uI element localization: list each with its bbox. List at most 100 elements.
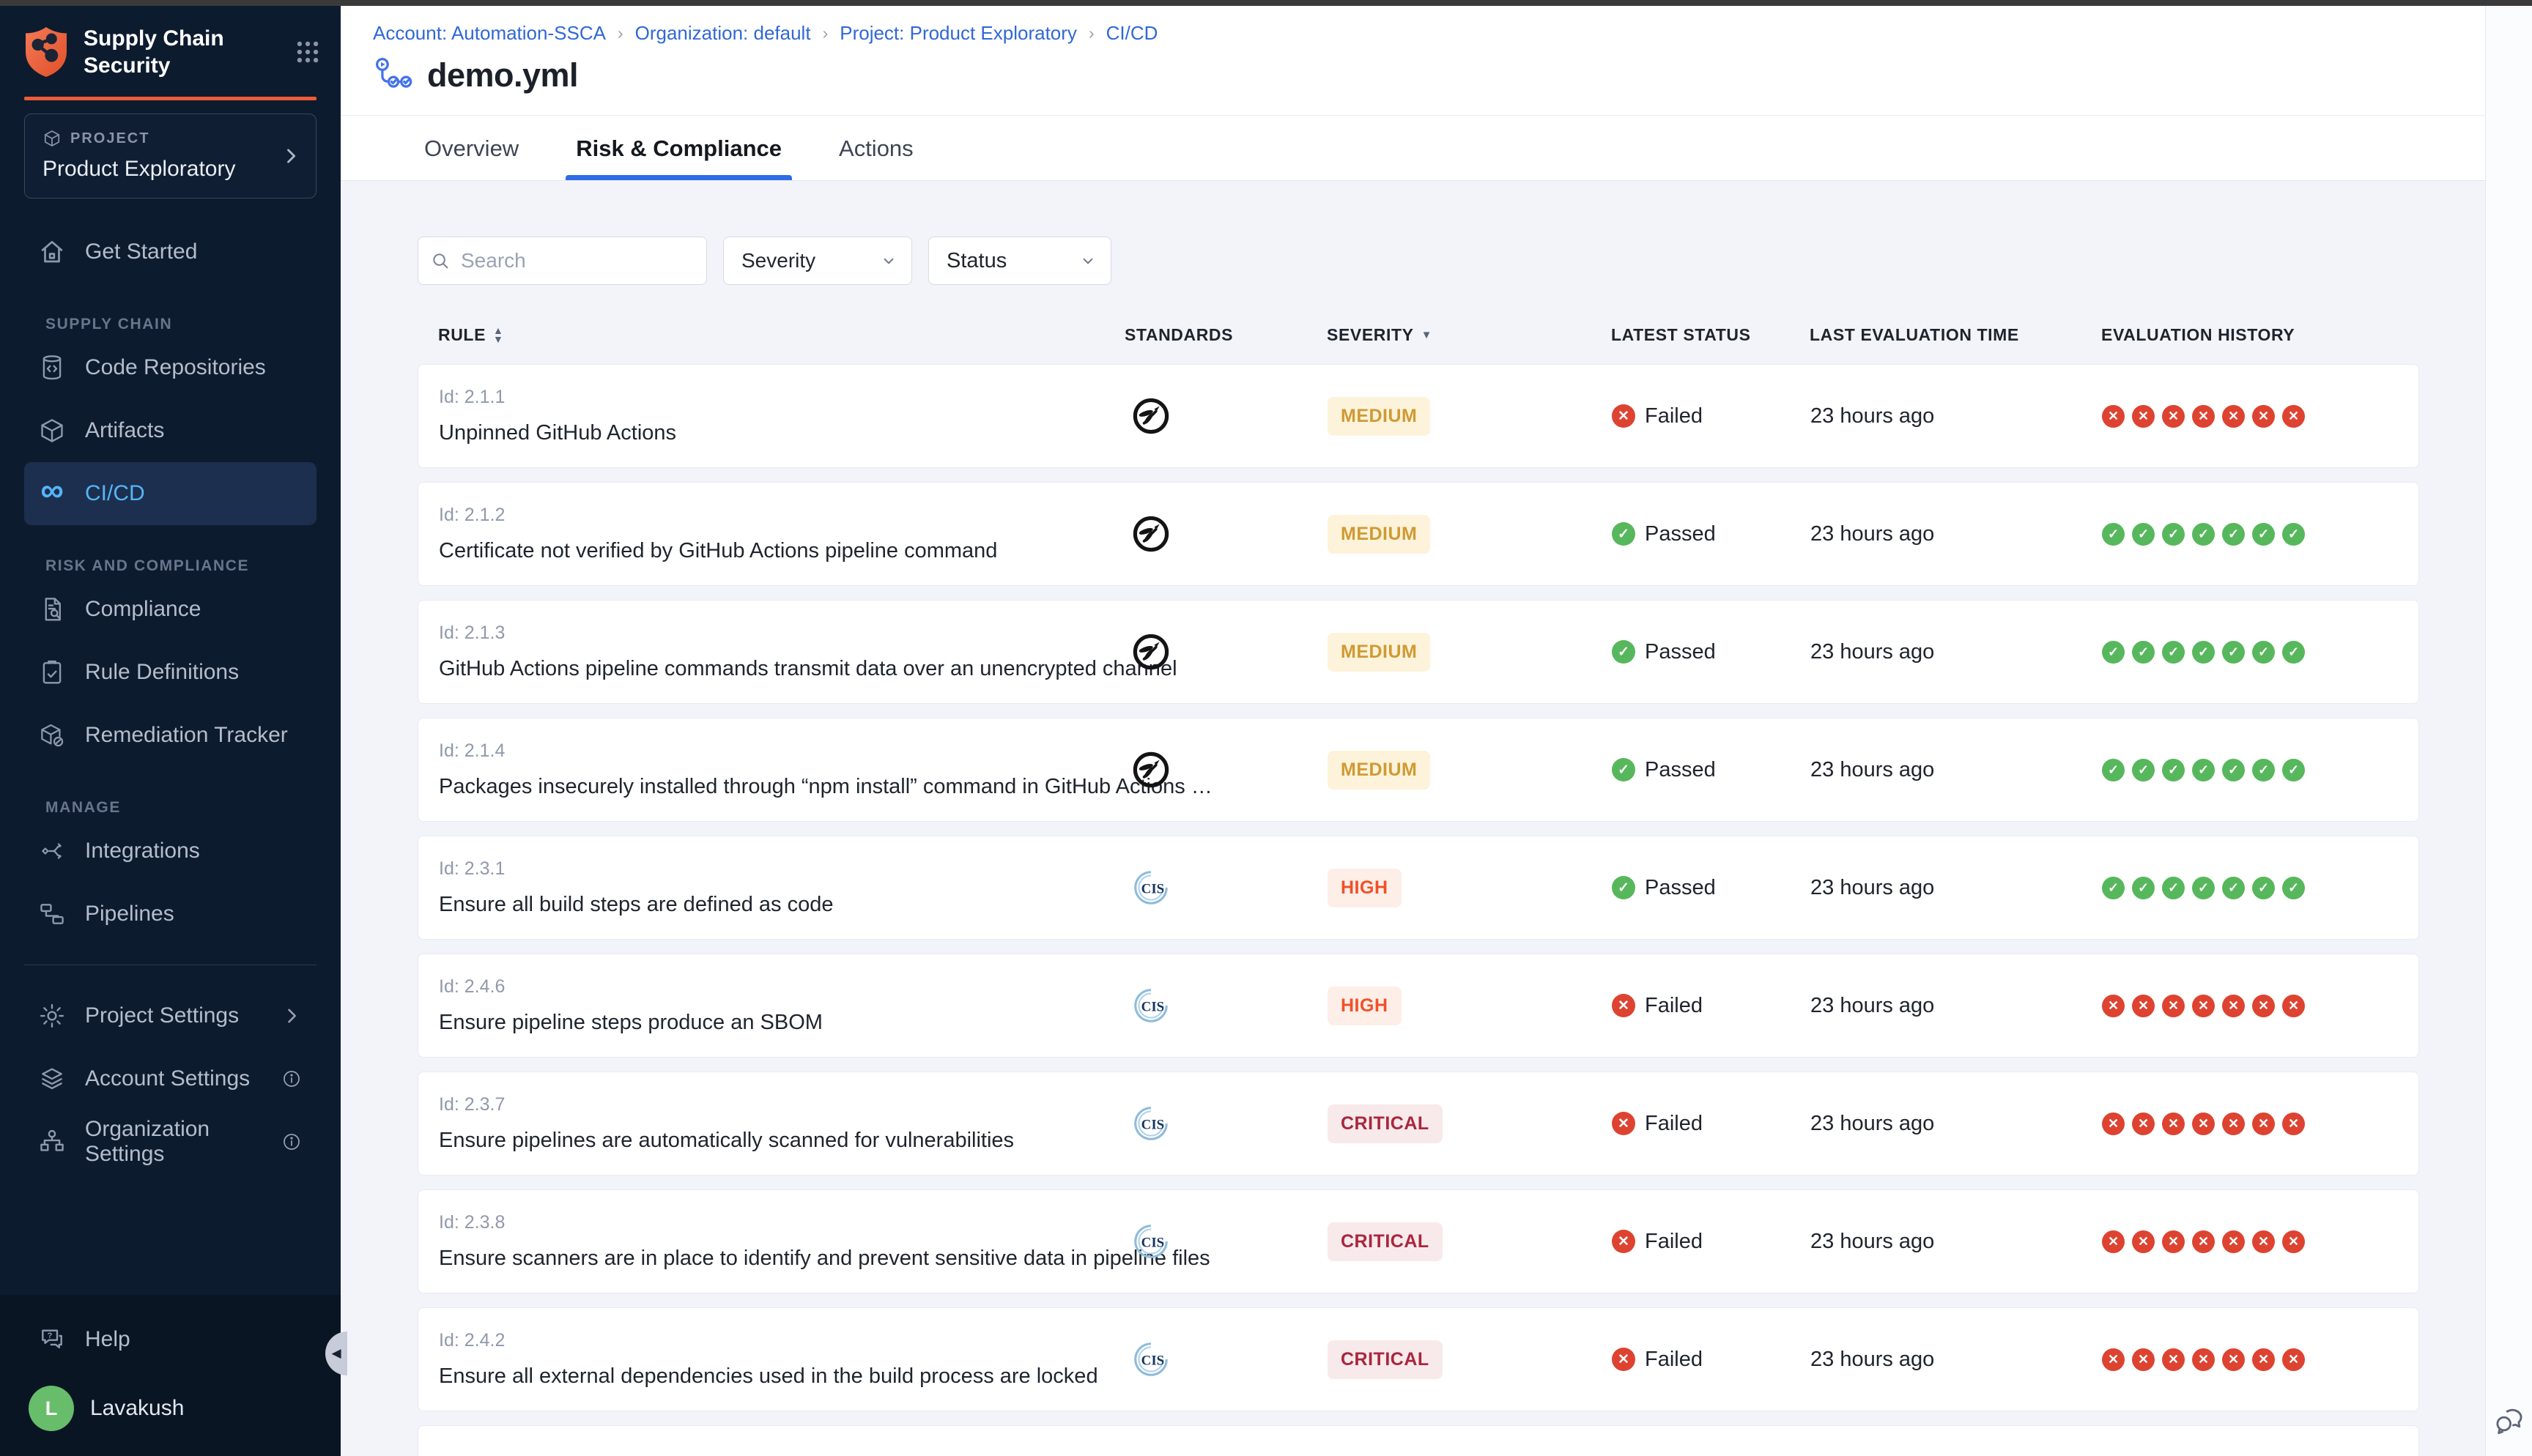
tab-actions[interactable]: Actions <box>837 116 915 180</box>
severity-badge: CRITICAL <box>1328 1340 1443 1379</box>
breadcrumb-link[interactable]: Account: Automation-SSCA <box>373 22 606 45</box>
table-row[interactable]: Id: 2.1.2Certificate not verified by Git… <box>418 482 2419 586</box>
evaluation-time: 23 hours ago <box>1810 1230 2102 1254</box>
cis-standard-icon: CIS <box>1131 986 1171 1025</box>
project-box-icon <box>42 129 62 148</box>
table-row[interactable]: Id: 2.3.1Ensure all build steps are defi… <box>418 836 2419 940</box>
evaluation-history: ✕✕✕✕✕✕✕ <box>2102 405 2418 428</box>
project-label-text: PROJECT <box>70 130 149 147</box>
standards-cell: CIS <box>1125 1104 1328 1143</box>
sidebar-item-integrations[interactable]: Integrations <box>24 820 316 883</box>
column-header-latest-status: LATEST STATUS <box>1611 325 1810 345</box>
sidebar-item-label: Organization Settings <box>85 1117 262 1167</box>
search-box[interactable] <box>418 237 707 285</box>
project-label: PROJECT <box>42 129 298 148</box>
table-row[interactable]: Id: 2.4.2Ensure all external dependencie… <box>418 1307 2419 1411</box>
rule-id: Id: 2.1.2 <box>439 505 1125 526</box>
evaluation-time: 23 hours ago <box>1810 876 2102 900</box>
sidebar-item-compliance[interactable]: Compliance <box>24 578 316 641</box>
sidebar-item-code-repositories[interactable]: Code Repositories <box>24 336 316 399</box>
sidebar-item-project-settings[interactable]: Project Settings <box>24 984 316 1047</box>
chevron-down-icon <box>879 251 898 270</box>
rule-cell: Id: 2.3.8Ensure scanners are in place to… <box>418 1212 1125 1271</box>
latest-status-cell: ✕Failed <box>1612 1230 1810 1254</box>
latest-status-cell: ✕Failed <box>1612 404 1810 428</box>
sidebar-item-organization-settings[interactable]: Organization Settings <box>24 1110 316 1173</box>
rule-cell: Id: 2.4.2Ensure all external dependencie… <box>418 1330 1125 1389</box>
passed-status-icon: ✓ <box>2282 877 2305 899</box>
cicd-infinity-icon: ∞ <box>38 480 66 508</box>
gear-icon <box>38 1002 66 1030</box>
supply-chain-security-logo-icon <box>22 26 70 78</box>
breadcrumb-link[interactable]: Organization: default <box>635 22 811 45</box>
evaluation-history: ✕✕✕✕✕✕✕ <box>2102 995 2418 1017</box>
status-label: Failed <box>1645 1112 1703 1136</box>
failed-status-icon: ✕ <box>2192 1230 2215 1253</box>
breadcrumb-link[interactable]: CI/CD <box>1106 22 1158 45</box>
integrations-icon <box>38 837 66 865</box>
sidebar-item-rule-definitions[interactable]: Rule Definitions <box>24 641 316 704</box>
evaluation-history: ✓✓✓✓✓✓✓ <box>2102 877 2418 899</box>
rule-id: Id: 2.3.8 <box>439 1212 1125 1233</box>
sort-rule-icon[interactable]: ▲▼ <box>493 326 503 343</box>
sidebar-item-label: Rule Definitions <box>85 660 239 685</box>
passed-status-icon: ✓ <box>2282 641 2305 664</box>
column-header-severity: SEVERITY▼ <box>1327 325 1611 345</box>
chevron-down-icon <box>1078 251 1097 270</box>
chat-support-icon[interactable] <box>2492 1403 2526 1437</box>
table-row[interactable]: Id: 3.1.7CISCRITICAL✕Failed23 hours ago✕… <box>418 1425 2419 1456</box>
project-selector[interactable]: PROJECT Product Exploratory <box>24 114 316 198</box>
rule-name: Ensure pipelines are automatically scann… <box>439 1129 1125 1153</box>
passed-status-icon: ✓ <box>2132 759 2155 781</box>
rule-id: Id: 2.1.1 <box>439 387 1125 408</box>
tab-risk-compliance[interactable]: Risk & Compliance <box>574 116 783 180</box>
evaluation-history: ✕✕✕✕✕✕✕ <box>2102 1230 2418 1253</box>
table-row[interactable]: Id: 2.3.7Ensure pipelines are automatica… <box>418 1071 2419 1175</box>
cis-standard-icon: CIS <box>1131 1340 1171 1379</box>
accent-divider <box>24 97 316 100</box>
sidebar-item-label: Compliance <box>85 597 201 622</box>
failed-status-icon: ✕ <box>2162 995 2185 1017</box>
failed-status-icon: ✕ <box>2252 1348 2275 1371</box>
sidebar-item-ci-cd[interactable]: ∞ CI/CD <box>24 462 316 525</box>
main-area: Account: Automation-SSCA›Organization: d… <box>341 6 2532 1456</box>
sidebar-item-label: Pipelines <box>85 902 174 926</box>
window-top-strip <box>0 0 2532 6</box>
column-header-label: LATEST STATUS <box>1611 325 1751 345</box>
sidebar-item-label: Get Started <box>85 239 197 264</box>
sidebar-item-artifacts[interactable]: Artifacts <box>24 399 316 462</box>
failed-status-icon: ✕ <box>2132 405 2155 428</box>
severity-filter-dropdown[interactable]: Severity <box>723 237 912 285</box>
sidebar-item-get-started[interactable]: Get Started <box>24 220 316 283</box>
table-row[interactable]: Id: 2.1.4Packages insecurely installed t… <box>418 718 2419 822</box>
evaluation-time: 23 hours ago <box>1810 640 2102 664</box>
failed-status-icon: ✕ <box>2162 1230 2185 1253</box>
status-filter-dropdown[interactable]: Status <box>928 237 1111 285</box>
table-row[interactable]: Id: 2.1.1Unpinned GitHub ActionsMEDIUM✕F… <box>418 364 2419 468</box>
severity-cell: CRITICAL <box>1328 1222 1612 1261</box>
sidebar-item-account-settings[interactable]: Account Settings <box>24 1047 316 1110</box>
table-row[interactable]: Id: 2.1.3GitHub Actions pipeline command… <box>418 600 2419 704</box>
severity-filter-label: Severity <box>741 249 815 272</box>
sidebar-item-remediation-tracker[interactable]: Remediation Tracker <box>24 704 316 767</box>
latest-status-cell: ✓Passed <box>1612 522 1810 546</box>
tabs: Overview Risk & Compliance Actions <box>341 115 2532 181</box>
status-label: Failed <box>1645 1348 1703 1372</box>
sidebar-item-label: CI/CD <box>85 481 145 506</box>
table-row[interactable]: Id: 2.4.6Ensure pipeline steps produce a… <box>418 954 2419 1058</box>
passed-status-icon: ✓ <box>2222 641 2245 664</box>
table-row[interactable]: Id: 2.3.8Ensure scanners are in place to… <box>418 1189 2419 1293</box>
search-input[interactable] <box>461 249 695 272</box>
module-grid-icon[interactable] <box>294 38 322 66</box>
failed-status-icon: ✕ <box>2282 405 2305 428</box>
sort-severity-desc-icon[interactable]: ▼ <box>1421 329 1432 341</box>
user-menu[interactable]: L Lavakush <box>24 1386 316 1431</box>
breadcrumb-link[interactable]: Project: Product Exploratory <box>840 22 1077 45</box>
sidebar-item-help[interactable]: ? Help <box>24 1314 316 1365</box>
tab-overview[interactable]: Overview <box>423 116 520 180</box>
title-row: demo.yml <box>373 55 2532 115</box>
latest-status-cell: ✕Failed <box>1612 1348 1810 1372</box>
severity-badge: MEDIUM <box>1328 633 1430 672</box>
failed-status-icon: ✕ <box>2132 995 2155 1017</box>
sidebar-item-pipelines[interactable]: Pipelines <box>24 883 316 946</box>
